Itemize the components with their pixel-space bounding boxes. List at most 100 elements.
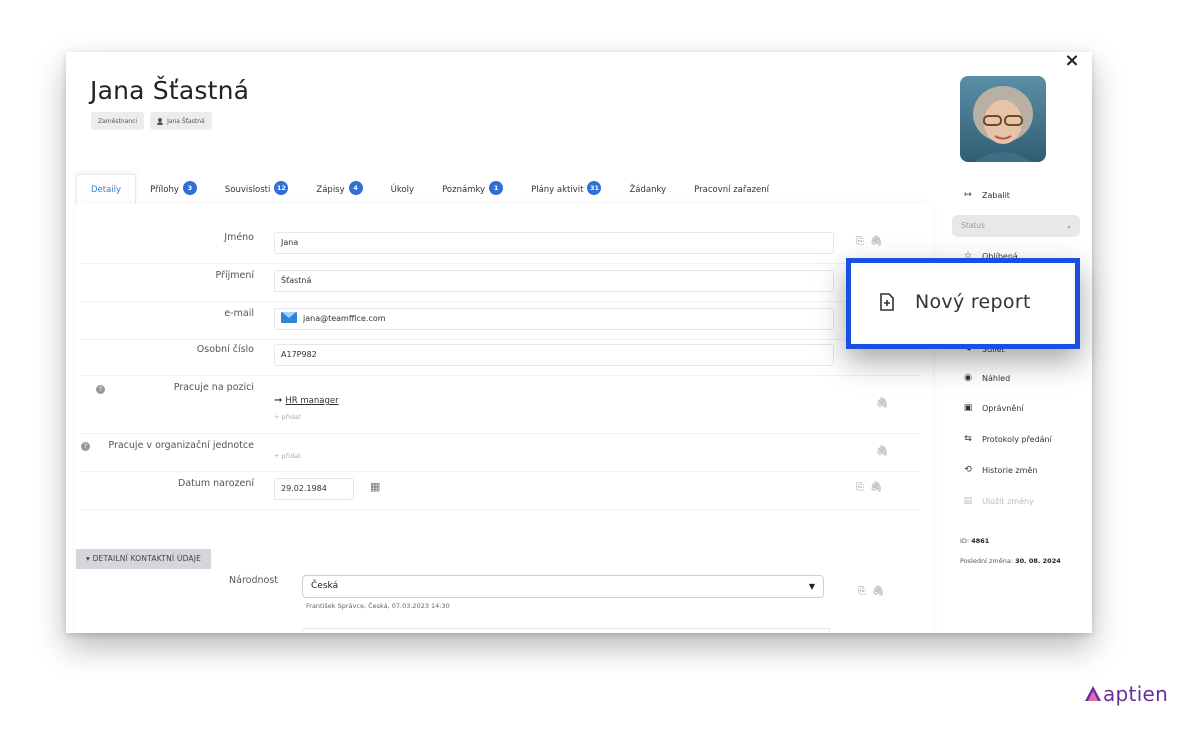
field-label: Osobní číslo [196, 344, 254, 355]
tab-badge: 3 [182, 181, 197, 195]
field-label: Datum narození [178, 478, 254, 489]
sidebar-item-nahled[interactable]: ◉ Náhled [962, 373, 1010, 383]
chip-person[interactable]: Jana Šťastná [150, 112, 212, 130]
id-label: ID: [960, 537, 970, 545]
protocol-icon: ⇆ [964, 434, 972, 444]
zabalit-label: Zabalit [982, 190, 1010, 200]
narodnost-select[interactable]: Česká ▼ [302, 575, 824, 598]
jmeno-field[interactable]: Jana [274, 232, 834, 254]
save-icon: ▤ [963, 496, 973, 506]
row-actions: 🖇 [876, 446, 889, 457]
sidebar-item-ulozit[interactable]: ▤ Uložit změny [962, 496, 1034, 506]
sidebar-item-label: Protokoly předání [982, 434, 1052, 444]
mail-icon [281, 312, 297, 323]
next-field[interactable] [302, 628, 830, 633]
pozice-link[interactable]: HR manager [285, 396, 338, 406]
prijmeni-field[interactable]: Šťastná [274, 270, 834, 292]
avatar [960, 76, 1046, 162]
eye-icon: ◉ [964, 373, 972, 383]
pozice-value: ➞ HR manager [274, 388, 339, 407]
tab-badge: 31 [587, 181, 602, 195]
field-label: e-mail [224, 308, 254, 319]
sidebar-item-label: Historie změn [982, 465, 1038, 475]
section-title: DETAILNÍ KONTAKTNÍ ÚDAJE [92, 554, 202, 563]
help-icon[interactable]: ? [81, 442, 90, 451]
tab-label: Poznámky [442, 185, 486, 195]
attach-icon[interactable]: 🖇 [876, 446, 889, 457]
arrow-right-icon: ➞ [274, 395, 283, 406]
tab-badge: 4 [348, 181, 363, 195]
tab-label: Pracovní zařazení [694, 185, 770, 195]
tab-plany-aktivit[interactable]: Plány aktivit 31 [517, 174, 615, 204]
new-report-button[interactable]: Nový report [879, 291, 1031, 313]
status-select[interactable]: Status ⌄ [952, 215, 1080, 237]
last-change: Poslední změna: 30. 08. 2024 [960, 557, 1061, 565]
new-report-highlight[interactable]: Nový report [846, 258, 1080, 349]
tab-zapisy[interactable]: Zápisy 4 [302, 174, 376, 204]
row-actions: ⎘ 🖇 [856, 482, 883, 493]
tab-label: Detaily [91, 185, 122, 195]
chip-category[interactable]: Zaměstnanci [91, 112, 145, 130]
tab-label: Přílohy [150, 185, 179, 195]
calendar-icon[interactable]: ▦ [370, 480, 380, 493]
section-toggle-contacts[interactable]: ▾ DETAILNÍ KONTAKTNÍ ÚDAJE [76, 549, 212, 569]
help-icon[interactable]: ? [96, 385, 105, 394]
attach-icon[interactable]: 🖇 [872, 586, 885, 597]
person-icon [157, 117, 164, 125]
row-actions: 🖇 [876, 398, 889, 409]
tab-pracovni-zarazeni[interactable]: Pracovní zařazení [680, 174, 783, 204]
sidebar-item-protokoly[interactable]: ⇆ Protokoly předání [962, 434, 1052, 444]
chevron-down-icon: ▼ [808, 582, 815, 591]
email-field[interactable]: jana@teamffice.com [274, 308, 834, 330]
tab-zadanky[interactable]: Žádanky [615, 174, 680, 204]
sidebar-item-label: Náhled [982, 373, 1011, 383]
add-pozice-link[interactable]: + přidat [274, 413, 301, 421]
chip-category-label: Zaměstnanci [98, 117, 138, 125]
history-icon: ⟲ [964, 465, 972, 475]
datum-narozeni-field[interactable]: 29.02.1984 [274, 478, 354, 500]
tab-souvislosti[interactable]: Souvislosti 12 [211, 174, 303, 204]
record-id: ID: 4861 [960, 537, 989, 545]
page-title: Jana Šťastná [90, 76, 250, 105]
attach-icon[interactable]: 🖇 [876, 398, 889, 409]
tab-label: Zápisy [316, 185, 345, 195]
sidebar-item-label: Uložit změny [982, 496, 1034, 506]
field-label: Příjmení [215, 270, 254, 281]
chevron-down-icon: ⌄ [1066, 222, 1072, 230]
sidebar-item-label: Oprávnění [982, 403, 1024, 413]
sidebar-item-historie[interactable]: ⟲ Historie změn [962, 465, 1037, 475]
close-icon[interactable]: × [1062, 51, 1082, 71]
narodnost-value: Česká [311, 581, 339, 591]
tab-ukoly[interactable]: Úkoly [377, 174, 428, 204]
add-document-icon [880, 293, 894, 311]
aptien-logo: aptien [1084, 682, 1168, 706]
form-row-org-jednotka: ? Pracuje v organizační jednotce + přida… [80, 440, 920, 472]
attach-icon[interactable]: 🖇 [870, 482, 883, 493]
field-label: Jméno [224, 232, 254, 243]
tab-prilohy[interactable]: Přílohy 3 [136, 174, 211, 204]
tab-poznamky[interactable]: Poznámky 1 [428, 174, 517, 204]
add-org-jednotka-link[interactable]: + přidat [274, 452, 301, 460]
field-label: Pracuje na pozici [173, 382, 254, 393]
form-row-email: e-mail jana@teamffice.com [80, 308, 920, 340]
new-report-label: Nový report [915, 291, 1031, 313]
copy-icon[interactable]: ⎘ [856, 236, 864, 247]
tab-detaily[interactable]: Detaily [76, 174, 137, 204]
form-row-osobni-cislo: Osobní číslo A17P982 [80, 344, 920, 376]
tab-label: Souvislosti [224, 185, 271, 195]
tab-badge: 12 [274, 181, 289, 195]
narodnost-label: Národnost [229, 575, 278, 586]
copy-icon[interactable]: ⎘ [856, 482, 864, 493]
id-value: 4861 [971, 537, 990, 545]
tab-label: Plány aktivit [531, 185, 584, 195]
attach-icon[interactable]: 🖇 [870, 236, 883, 247]
osobni-cislo-field[interactable]: A17P982 [274, 344, 834, 366]
field-label: Pracuje v organizační jednotce [108, 440, 254, 451]
zabalit-button[interactable]: ↦ Zabalit [962, 190, 1010, 200]
copy-icon[interactable]: ⎘ [858, 586, 866, 597]
sidebar-item-opravneni[interactable]: ▣ Oprávnění [962, 403, 1024, 413]
aptien-logo-mark [1085, 686, 1101, 701]
chip-person-label: Jana Šťastná [167, 117, 205, 125]
form-row-datum-narozeni: Datum narození 29.02.1984 ▦ ⎘ 🖇 [80, 478, 920, 510]
id-card-icon: ▣ [963, 403, 973, 413]
